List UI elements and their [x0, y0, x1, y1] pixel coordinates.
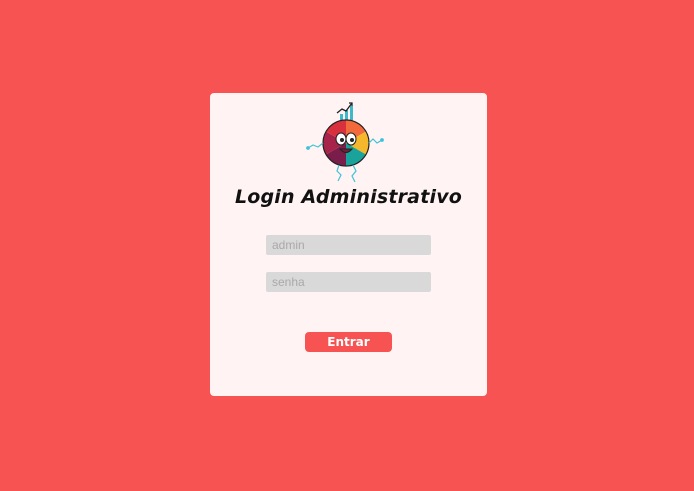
- mascot-legs-icon: [336, 164, 357, 183]
- username-input[interactable]: [266, 235, 431, 255]
- password-input[interactable]: [266, 272, 431, 292]
- pie-chart-mascot-logo: [306, 102, 384, 183]
- login-card: Login Administrativo Entrar: [210, 93, 487, 396]
- login-submit-button[interactable]: Entrar: [305, 332, 392, 352]
- login-title: Login Administrativo: [234, 186, 463, 208]
- bar-chart-icon: [336, 102, 353, 121]
- pie-body-icon: [322, 119, 370, 167]
